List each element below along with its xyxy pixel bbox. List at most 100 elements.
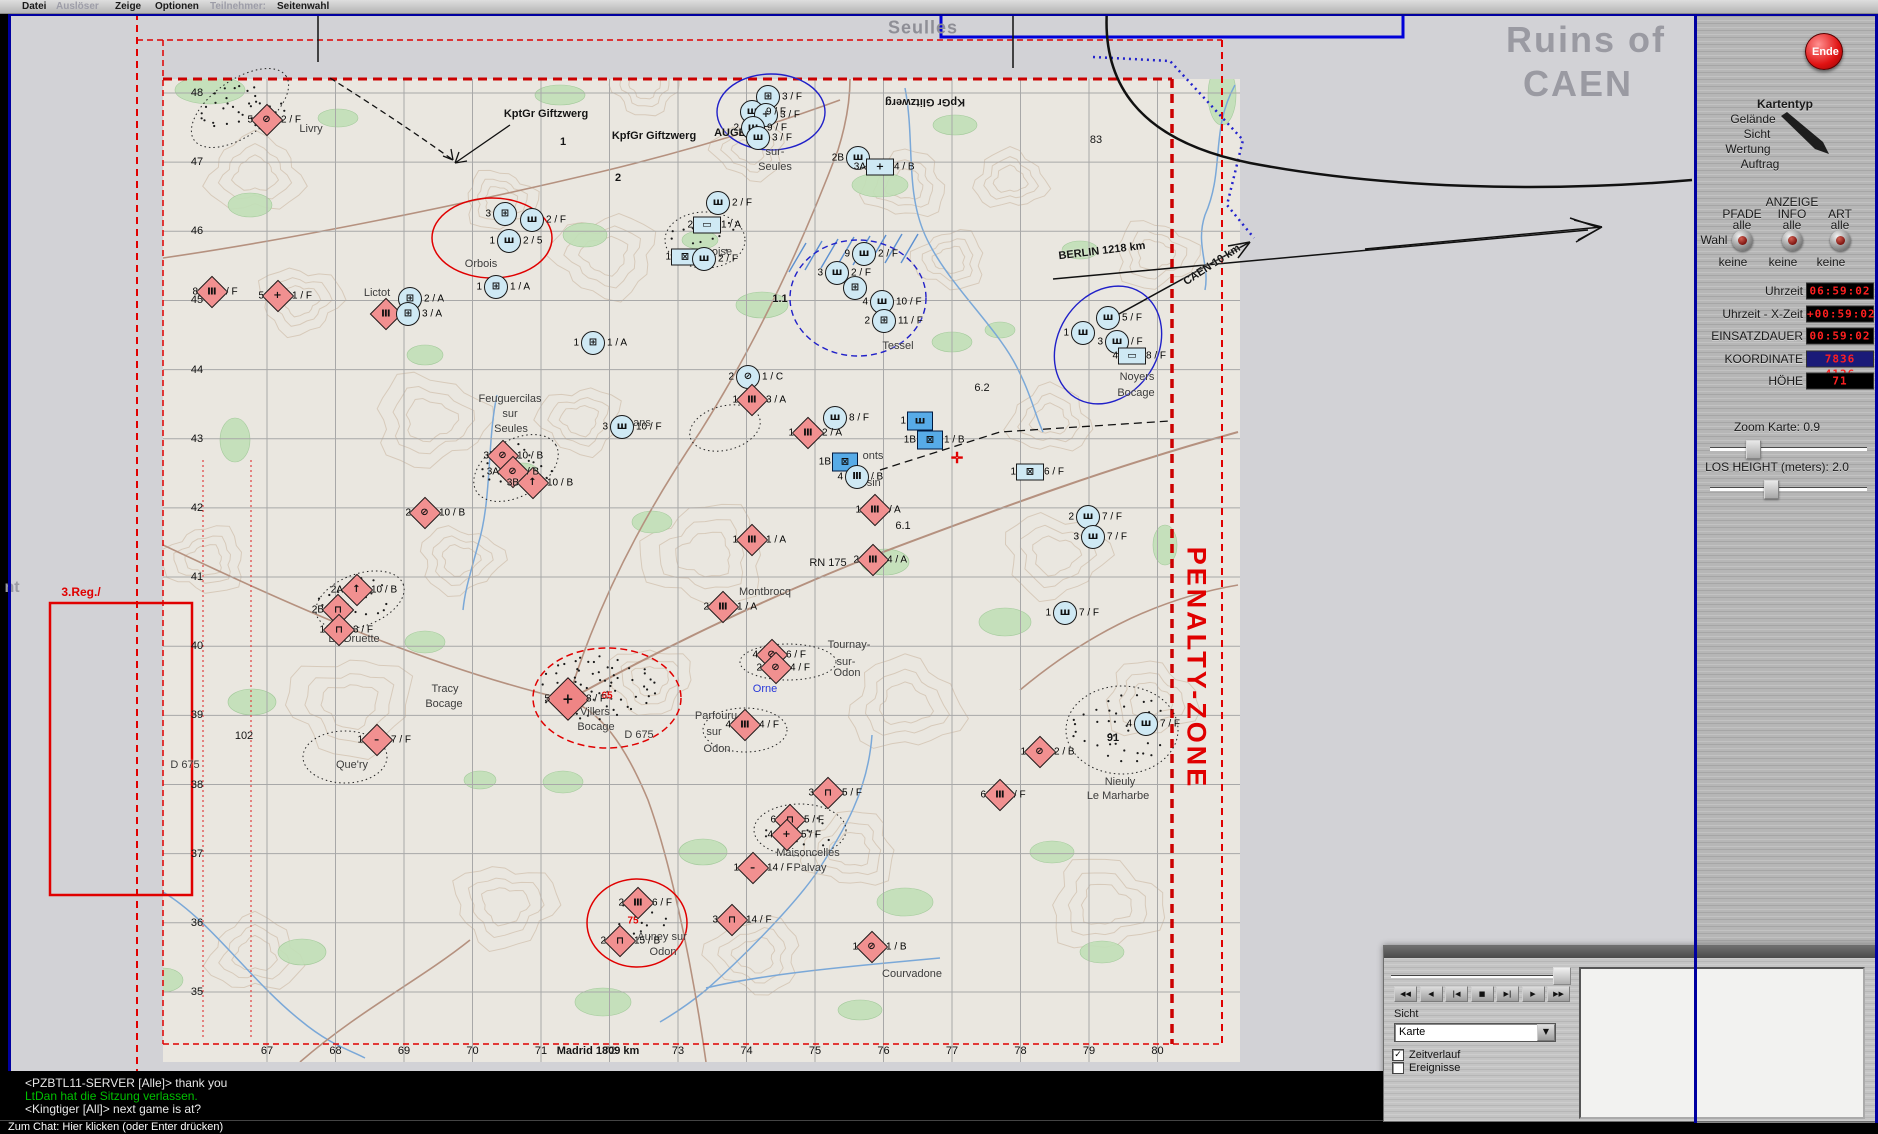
playback-button-1[interactable]: ◀	[1420, 986, 1443, 1002]
map-label: 6.2	[974, 382, 989, 394]
unit-number-label: 1	[319, 625, 325, 636]
unit-symbol-icon: ⊘	[509, 467, 517, 477]
map-label: 2	[615, 172, 621, 184]
readout-value: 71	[1806, 373, 1874, 390]
unit-marker[interactable]: ▭	[1118, 348, 1146, 365]
kartentyp-option-wertung[interactable]: Wertung	[1725, 142, 1770, 156]
unit-marker[interactable]: ш	[852, 242, 876, 266]
playback-button-5[interactable]: ▶	[1522, 986, 1545, 1002]
unit-marker[interactable]: ⊠	[917, 431, 943, 450]
unit-marker[interactable]: ш	[706, 191, 730, 215]
unit-marker[interactable]: ш	[520, 208, 544, 232]
checkbox-ereignisse[interactable]: Ereignisse	[1392, 1062, 1460, 1074]
unit-marker[interactable]: +	[866, 159, 894, 176]
map-label: onts	[863, 450, 884, 462]
map-label: Odon	[650, 946, 677, 958]
slider-handle[interactable]	[1764, 480, 1779, 499]
unit-number-label: 2	[618, 898, 624, 909]
unit-marker[interactable]: ⊞	[484, 275, 508, 299]
unit-number-label: 2	[703, 602, 709, 613]
playback-button-4[interactable]: ▶|	[1496, 986, 1519, 1002]
menu-item-zeige[interactable]: Zeige	[115, 0, 141, 13]
chevron-down-icon[interactable]: ▼	[1537, 1024, 1555, 1041]
unit-number-label: 5	[258, 291, 264, 302]
menu-item-optionen[interactable]: Optionen	[155, 0, 199, 13]
anzeige-col-bottom-value: keine	[1769, 255, 1798, 269]
checkbox-box[interactable]	[1392, 1062, 1404, 1074]
unit-marker[interactable]: ш	[907, 412, 933, 431]
anzeige-knob[interactable]	[1830, 230, 1851, 251]
playback-titlebar[interactable]	[1384, 946, 1878, 958]
unit-marker[interactable]: ш	[610, 415, 634, 439]
unit-number-label: 9	[844, 249, 850, 260]
grid-col-label: 74	[740, 1045, 752, 1057]
playback-button-2[interactable]: |◀	[1445, 986, 1468, 1002]
unit-marker[interactable]: ш	[692, 247, 716, 271]
unit-marker[interactable]: ⊠	[1016, 464, 1044, 481]
anzeige-knob[interactable]	[1782, 230, 1803, 251]
grid-col-label: 67	[261, 1045, 273, 1057]
view-dropdown[interactable]: Karte ▼	[1394, 1023, 1556, 1042]
kartentyp-option-auftrag[interactable]: Auftrag	[1741, 157, 1780, 171]
slider-track[interactable]	[1710, 447, 1867, 451]
map-label: 102	[235, 730, 253, 742]
unit-number-label: 2	[756, 663, 762, 674]
unit-number-label: 1	[1020, 747, 1026, 758]
readout-label: KOORDINATE	[1725, 352, 1803, 366]
unit-symbol-icon: ⊞	[880, 316, 888, 326]
unit-designation-label: 3 / F	[353, 625, 373, 636]
unit-marker[interactable]: ш	[497, 229, 521, 253]
menu-item-seitenwahl[interactable]: Seitenwahl	[277, 0, 329, 13]
unit-number-label: 4	[862, 297, 868, 308]
map-label: Montbrocq	[739, 586, 791, 598]
unit-symbol-icon: ↑	[353, 585, 361, 595]
unit-marker[interactable]: ш	[1071, 321, 1095, 345]
unit-marker[interactable]: ш	[1081, 525, 1105, 549]
kartentyp-option-sicht[interactable]: Sicht	[1744, 127, 1771, 141]
unit-marker[interactable]: ⊞	[872, 309, 896, 333]
unit-marker[interactable]: ш	[823, 406, 847, 430]
playback-timeline-handle[interactable]	[1553, 967, 1571, 985]
unit-designation-label: 10 / F	[636, 422, 662, 433]
grid-col-label: 78	[1014, 1045, 1026, 1057]
playback-button-6[interactable]: ▶▶	[1547, 986, 1570, 1002]
unit-marker[interactable]: ▭	[693, 217, 721, 234]
anzeige-knob[interactable]	[1732, 230, 1753, 251]
checkbox-zeitverlauf[interactable]: ✓Zeitverlauf	[1392, 1049, 1460, 1061]
playback-panel: ◀◀◀|◀■▶|▶▶▶ Sicht Karte ▼ ✓ZeitverlaufEr…	[1383, 945, 1878, 1122]
menu-item-datei[interactable]: Datei	[22, 0, 46, 13]
grid-row-label: 43	[191, 433, 203, 445]
unit-designation-label: 1 / A	[766, 535, 786, 546]
grid-row-label: 41	[191, 571, 203, 583]
unit-marker[interactable]: Ⅲ	[845, 465, 869, 489]
kartentyp-option-gelände[interactable]: Gelände	[1730, 112, 1775, 126]
unit-designation-label: 7 / F	[1160, 719, 1180, 730]
unit-designation-label: / F	[1014, 790, 1026, 801]
unit-marker[interactable]: ⊞	[493, 202, 517, 226]
event-listbox[interactable]	[1579, 967, 1865, 1119]
chat-message: <Kingtiger [All]> next game is at?	[25, 1102, 201, 1116]
unit-marker[interactable]: ш	[1096, 306, 1120, 330]
grid-col-label: 75	[809, 1045, 821, 1057]
readout-value: 00:59:02	[1806, 328, 1874, 345]
unit-symbol-icon: ш	[617, 422, 628, 432]
playback-button-3[interactable]: ■	[1471, 986, 1494, 1002]
unit-marker[interactable]: ⊞	[396, 302, 420, 326]
grid-col-label: 77	[946, 1045, 958, 1057]
slider-handle[interactable]	[1746, 440, 1761, 459]
unit-designation-label: 5 / F	[801, 830, 821, 841]
unit-marker[interactable]: ш	[1053, 601, 1077, 625]
map-label: Seules	[494, 423, 528, 435]
chat-prompt-bar[interactable]: Zum Chat: Hier klicken (oder Enter drück…	[0, 1120, 1878, 1134]
unit-marker[interactable]: ш	[1134, 712, 1158, 736]
unit-marker[interactable]: ⊘	[736, 365, 760, 389]
map-label: Le Marharbe	[1087, 790, 1149, 802]
checkbox-box[interactable]: ✓	[1392, 1049, 1404, 1061]
slider-track[interactable]	[1710, 487, 1867, 491]
unit-symbol-icon: ш	[830, 413, 841, 423]
unit-marker[interactable]: ⊞	[581, 331, 605, 355]
ende-button[interactable]: Ende	[1805, 33, 1843, 70]
playback-button-0[interactable]: ◀◀	[1394, 986, 1417, 1002]
playback-timeline-track[interactable]	[1391, 975, 1566, 978]
map-label: 83	[1090, 134, 1102, 146]
